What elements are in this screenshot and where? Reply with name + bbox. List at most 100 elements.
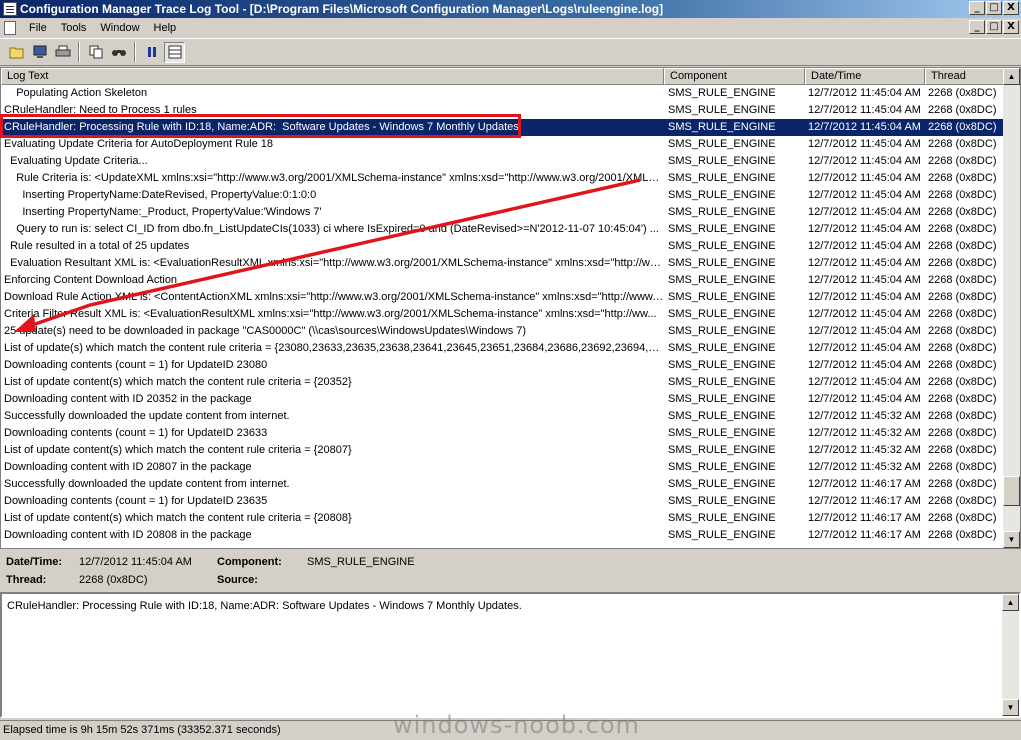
column-header-datetime[interactable]: Date/Time	[805, 68, 925, 85]
datetime-cell: 12/7/2012 11:46:17 AM	[808, 512, 921, 524]
scroll-up-icon[interactable]: ▲	[1002, 594, 1019, 611]
datetime-cell: 12/7/2012 11:45:04 AM	[808, 87, 921, 99]
column-header-log-text[interactable]: Log Text	[1, 68, 664, 85]
detail-pane-icon[interactable]	[164, 41, 185, 63]
component-cell: SMS_RULE_ENGINE	[668, 478, 776, 490]
menu-window[interactable]: Window	[93, 22, 146, 34]
table-row[interactable]: Inserting PropertyName:_Product, Propert…	[1, 204, 1004, 221]
details-panel: Date/Time: 12/7/2012 11:45:04 AM Compone…	[0, 551, 1021, 591]
table-row[interactable]: Downloading content with ID 20807 in the…	[1, 459, 1004, 476]
table-row[interactable]: Successfully downloaded the update conte…	[1, 408, 1004, 425]
log-rows: Populating Action Skeleton SMS_RULE_ENGIN…	[1, 85, 1004, 544]
thread-cell: 2268 (0x8DC)	[928, 427, 997, 439]
maximize-button[interactable]: □	[986, 1, 1002, 15]
table-row[interactable]: Rule resulted in a total of 25 updates SM…	[1, 238, 1004, 255]
table-row[interactable]: List of update(s) which match the conten…	[1, 340, 1004, 357]
component-cell: SMS_RULE_ENGINE	[668, 410, 776, 422]
thread-cell: 2268 (0x8DC)	[928, 444, 997, 456]
log-text-cell: CRuleHandler: Processing Rule with ID:18…	[4, 121, 522, 133]
component-cell: SMS_RULE_ENGINE	[668, 172, 776, 184]
table-row[interactable]: Downloading contents (count = 1) for Upd…	[1, 493, 1004, 510]
log-text-cell: Enforcing Content Download Action	[4, 274, 178, 286]
table-row[interactable]: Evaluating Update Criteria... SMS_RULE_EN…	[1, 153, 1004, 170]
close-button[interactable]: X	[1003, 1, 1019, 15]
thread-cell: 2268 (0x8DC)	[928, 376, 997, 388]
document-icon[interactable]	[4, 20, 16, 35]
table-row[interactable]: 25 update(s) need to be downloaded in pa…	[1, 323, 1004, 340]
component-cell: SMS_RULE_ENGINE	[668, 308, 776, 320]
log-grid[interactable]: Log Text Component Date/Time Thread Popu…	[0, 67, 1021, 549]
scroll-thumb[interactable]	[1003, 476, 1020, 506]
minimize-button[interactable]: _	[969, 1, 985, 15]
table-row[interactable]: Successfully downloaded the update conte…	[1, 476, 1004, 493]
menu-tools[interactable]: Tools	[54, 22, 94, 34]
table-row[interactable]: Criteria Filter Result XML is: <Evaluati…	[1, 306, 1004, 323]
thread-cell: 2268 (0x8DC)	[928, 155, 997, 167]
app-icon[interactable]	[3, 2, 17, 16]
log-text-cell: List of update content(s) which match th…	[4, 444, 352, 456]
table-row[interactable]: Rule Criteria is: <UpdateXML xmlns:xsi="…	[1, 170, 1004, 187]
table-row[interactable]: List of update content(s) which match th…	[1, 374, 1004, 391]
datetime-cell: 12/7/2012 11:45:04 AM	[808, 308, 921, 320]
table-row[interactable]: Downloading contents (count = 1) for Upd…	[1, 357, 1004, 374]
table-row[interactable]: Downloading content with ID 20352 in the…	[1, 391, 1004, 408]
scroll-down-icon[interactable]: ▼	[1003, 531, 1020, 548]
table-row[interactable]: CRuleHandler: Need to Process 1 rules SMS…	[1, 102, 1004, 119]
component-cell: SMS_RULE_ENGINE	[668, 257, 776, 269]
component-cell: SMS_RULE_ENGINE	[668, 155, 776, 167]
table-row[interactable]: Evaluating Update Criteria for AutoDeplo…	[1, 136, 1004, 153]
table-row[interactable]: Query to run is: select CI_ID from dbo.f…	[1, 221, 1004, 238]
thread-cell: 2268 (0x8DC)	[928, 223, 997, 235]
thread-cell: 2268 (0x8DC)	[928, 529, 997, 541]
table-row[interactable]: Downloading contents (count = 1) for Upd…	[1, 425, 1004, 442]
log-text-cell: List of update(s) which match the conten…	[4, 342, 664, 354]
copy-icon[interactable]	[85, 42, 106, 63]
component-value: SMS_RULE_ENGINE	[307, 556, 415, 568]
table-row[interactable]: Evaluation Resultant XML is: <Evaluation…	[1, 255, 1004, 272]
log-text-cell: Download Rule Action XML is: <ContentAct…	[4, 291, 664, 303]
thread-cell: 2268 (0x8DC)	[928, 240, 997, 252]
pause-icon[interactable]	[141, 42, 162, 63]
message-scrollbar[interactable]: ▲ ▼	[1002, 594, 1019, 716]
datetime-cell: 12/7/2012 11:45:32 AM	[808, 427, 921, 439]
thread-label: Thread:	[6, 574, 47, 586]
table-row[interactable]: Downloading content with ID 20808 in the…	[1, 527, 1004, 544]
component-cell: SMS_RULE_ENGINE	[668, 138, 776, 150]
table-row[interactable]: Download Rule Action XML is: <ContentAct…	[1, 289, 1004, 306]
table-row[interactable]: List of update content(s) which match th…	[1, 442, 1004, 459]
table-row[interactable]: Populating Action Skeleton SMS_RULE_ENGIN…	[1, 85, 1004, 102]
thread-cell: 2268 (0x8DC)	[928, 257, 997, 269]
child-close-button[interactable]: X	[1003, 20, 1019, 34]
grid-header: Log Text Component Date/Time Thread	[1, 68, 1004, 85]
thread-cell: 2268 (0x8DC)	[928, 325, 997, 337]
component-cell: SMS_RULE_ENGINE	[668, 87, 776, 99]
computer-icon[interactable]	[29, 42, 50, 63]
table-row[interactable]: Inserting PropertyName:DateRevised, Prop…	[1, 187, 1004, 204]
component-cell: SMS_RULE_ENGINE	[668, 189, 776, 201]
column-header-component[interactable]: Component	[664, 68, 805, 85]
thread-cell: 2268 (0x8DC)	[928, 512, 997, 524]
child-minimize-button[interactable]: _	[969, 20, 985, 34]
table-row[interactable]: List of update content(s) which match th…	[1, 510, 1004, 527]
log-vertical-scrollbar[interactable]: ▲ ▼	[1003, 68, 1020, 548]
child-restore-button[interactable]: □	[986, 20, 1002, 34]
print-icon[interactable]	[52, 42, 73, 63]
title-bar[interactable]: Configuration Manager Trace Log Tool - […	[0, 0, 1021, 18]
scroll-down-icon[interactable]: ▼	[1002, 699, 1019, 716]
message-pane[interactable]: CRuleHandler: Processing Rule with ID:18…	[0, 592, 1021, 718]
datetime-cell: 12/7/2012 11:45:32 AM	[808, 410, 921, 422]
component-cell: SMS_RULE_ENGINE	[668, 206, 776, 218]
open-folder-icon[interactable]	[6, 42, 27, 63]
find-icon[interactable]	[108, 42, 129, 63]
menu-help[interactable]: Help	[147, 22, 184, 34]
column-header-thread[interactable]: Thread	[925, 68, 1004, 85]
datetime-cell: 12/7/2012 11:45:32 AM	[808, 444, 921, 456]
datetime-cell: 12/7/2012 11:45:04 AM	[808, 274, 921, 286]
thread-cell: 2268 (0x8DC)	[928, 291, 997, 303]
menu-file[interactable]: File	[22, 22, 54, 34]
thread-cell: 2268 (0x8DC)	[928, 206, 997, 218]
table-row[interactable]: CRuleHandler: Processing Rule with ID:18…	[1, 119, 1004, 136]
table-row[interactable]: Enforcing Content Download Action SMS_RUL…	[1, 272, 1004, 289]
scroll-up-icon[interactable]: ▲	[1003, 68, 1020, 85]
thread-cell: 2268 (0x8DC)	[928, 495, 997, 507]
